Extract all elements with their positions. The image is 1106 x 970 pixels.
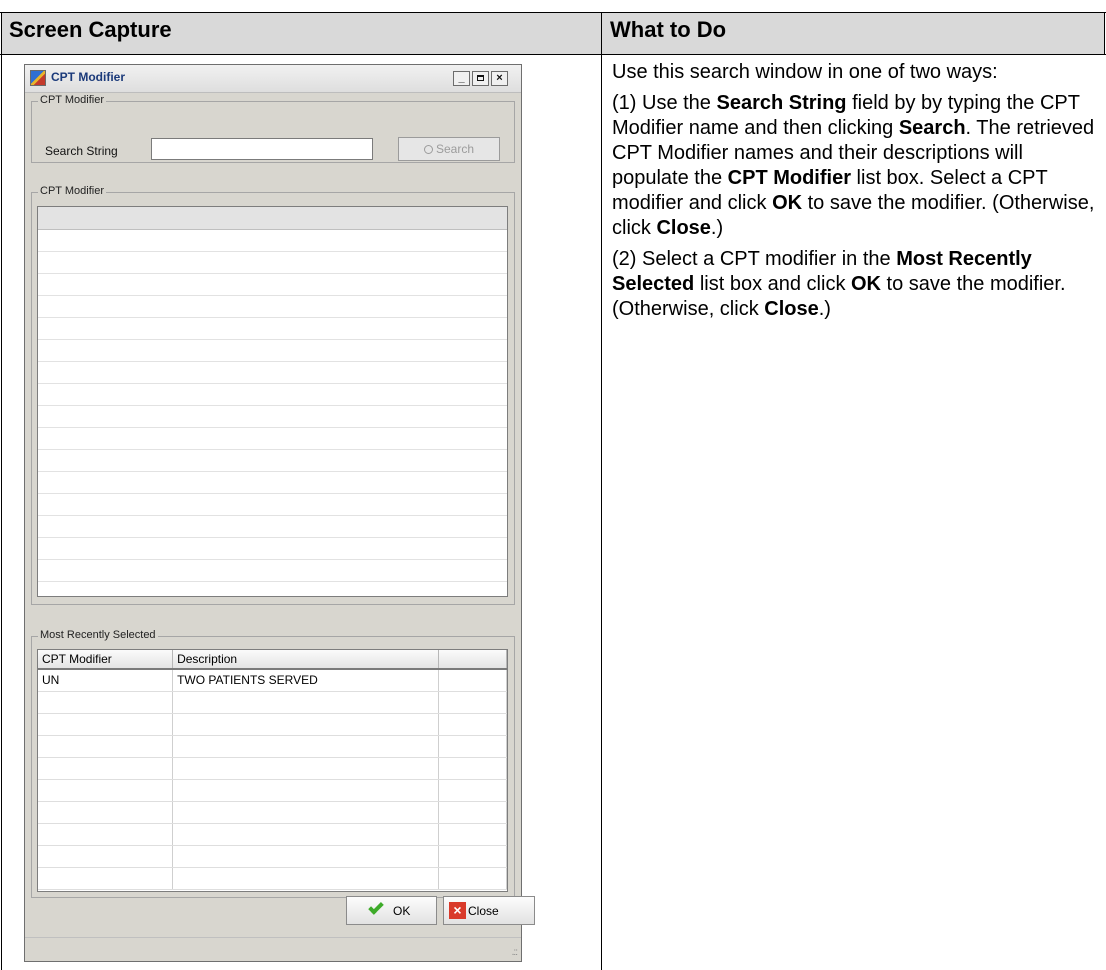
table-row[interactable] (38, 713, 507, 736)
column-blank[interactable] (438, 650, 507, 670)
list-item[interactable] (38, 472, 507, 494)
cell-modifier: UN (38, 669, 174, 692)
results-group-title: CPT Modifier (38, 185, 106, 197)
close-button[interactable]: × Close (443, 896, 535, 925)
maximize-button[interactable] (472, 71, 489, 86)
table-row[interactable] (38, 845, 507, 868)
list-item[interactable] (38, 560, 507, 582)
search-button-label: Search (435, 142, 475, 156)
minimize-button[interactable]: _ (453, 71, 470, 86)
instruction-option-2: (2) Select a CPT modifier in the Most Re… (612, 248, 1066, 320)
table-top-border (0, 12, 1106, 13)
close-window-button[interactable]: × (491, 71, 508, 86)
list-item[interactable] (38, 428, 507, 450)
cell-description: TWO PATIENTS SERVED (172, 669, 440, 692)
list-item[interactable] (38, 538, 507, 560)
column-description[interactable]: Description (172, 650, 440, 670)
listbox-header (38, 207, 507, 230)
search-group-title: CPT Modifier (38, 94, 106, 106)
table-right-border (1104, 12, 1105, 55)
ok-button[interactable]: OK (346, 896, 437, 925)
window-title: CPT Modifier (51, 70, 125, 84)
list-item[interactable] (38, 406, 507, 428)
table-row[interactable] (38, 867, 507, 890)
list-item[interactable] (38, 582, 507, 596)
ok-button-label: OK (393, 904, 411, 918)
list-item[interactable] (38, 340, 507, 362)
table-row[interactable]: UN TWO PATIENTS SERVED (38, 669, 507, 692)
instruction-option-1: (1) Use the Search String field by by ty… (612, 92, 1095, 239)
search-button[interactable]: Search (398, 137, 500, 161)
cell-blank (438, 669, 507, 692)
recent-header-row: CPT Modifier Description (38, 650, 507, 670)
check-icon (368, 899, 384, 915)
status-bar: .:: (25, 937, 521, 962)
table-row[interactable] (38, 735, 507, 758)
recent-group-title: Most Recently Selected (38, 629, 158, 641)
list-item[interactable] (38, 296, 507, 318)
recent-grid[interactable]: CPT Modifier Description UN TWO PATIENTS… (37, 649, 508, 892)
resize-grip-icon[interactable]: .:: (512, 947, 518, 958)
table-row[interactable] (38, 691, 507, 714)
app-icon (30, 70, 46, 86)
list-item[interactable] (38, 274, 507, 296)
maximize-icon (477, 75, 484, 81)
list-item[interactable] (38, 362, 507, 384)
list-item[interactable] (38, 450, 507, 472)
header-divider (0, 54, 1106, 55)
cpt-modifier-listbox[interactable] (37, 206, 508, 597)
list-item[interactable] (38, 384, 507, 406)
header-what-to-do: What to Do (610, 17, 727, 42)
list-item[interactable] (38, 494, 507, 516)
search-icon (423, 145, 433, 154)
instructions: Use this search window in one of two way… (612, 60, 1097, 328)
column-divider (601, 12, 602, 970)
table-row[interactable] (38, 757, 507, 780)
column-cpt-modifier[interactable]: CPT Modifier (38, 650, 174, 670)
close-icon: × (449, 902, 466, 919)
table-left-border (1, 12, 2, 970)
list-item[interactable] (38, 252, 507, 274)
list-item[interactable] (38, 516, 507, 538)
close-button-label: Close (468, 904, 499, 918)
recent-table: CPT Modifier Description UN TWO PATIENTS… (38, 650, 507, 890)
table-row[interactable] (38, 823, 507, 846)
header-screen-capture: Screen Capture (9, 17, 172, 42)
table-row[interactable] (38, 801, 507, 824)
search-string-label: Search String (45, 144, 118, 158)
list-item[interactable] (38, 318, 507, 340)
instruction-intro: Use this search window in one of two way… (612, 61, 998, 83)
search-string-input[interactable] (151, 138, 373, 160)
list-item[interactable] (38, 230, 507, 252)
table-row[interactable] (38, 779, 507, 802)
title-bar[interactable]: CPT Modifier _ × (25, 65, 521, 93)
cpt-modifier-window: CPT Modifier _ × CPT Modifier Search Str… (24, 64, 535, 962)
